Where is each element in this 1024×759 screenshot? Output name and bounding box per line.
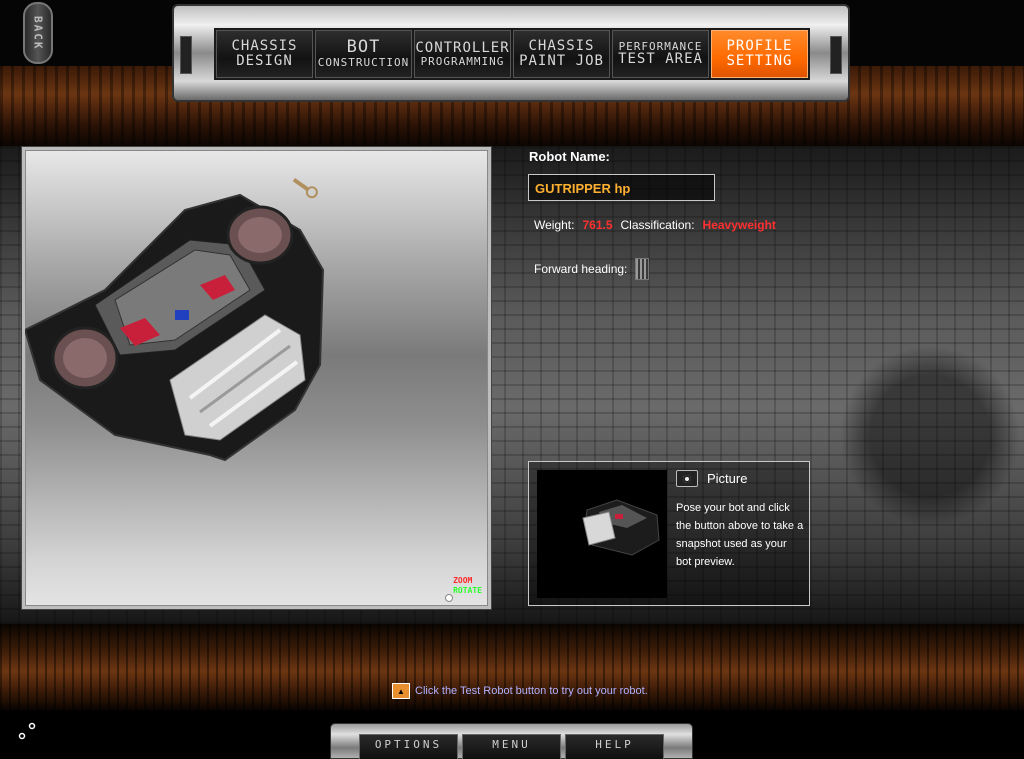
options-button[interactable]: OPTIONS [359, 734, 458, 759]
camera-icon[interactable] [676, 470, 698, 487]
forward-heading-row: Forward heading: [534, 258, 650, 280]
hint-text: Click the Test Robot button to try out y… [415, 685, 648, 697]
tab-chassis-paint-job[interactable]: CHASSIS PAINT JOB [513, 30, 610, 78]
stats-row: Weight: 761.5 Classification: Heavyweigh… [534, 218, 776, 232]
tab-profile-setting[interactable]: PROFILE SETTING [711, 30, 808, 78]
tab-label-line1: BOT [346, 37, 381, 58]
classification-label: Classification: [620, 218, 695, 232]
tab-label-line1: PROFILE [726, 38, 793, 55]
weight-label: Weight: [534, 218, 575, 232]
forward-heading-control[interactable] [635, 258, 650, 280]
weight-value: 761.5 [582, 218, 613, 232]
picture-title: Picture [707, 471, 748, 486]
viewport-handle[interactable] [445, 594, 453, 602]
hint-bar: ▲ Click the Test Robot button to try out… [392, 683, 648, 699]
top-navigation: CHASSIS DESIGN BOT CONSTRUCTION CONTROLL… [214, 28, 810, 80]
tab-label-line2: PROGRAMMING [420, 54, 505, 68]
menu-button[interactable]: MENU [462, 734, 561, 759]
robot-preview-thumbnail [537, 470, 667, 598]
tab-label-line2: SETTING [726, 53, 793, 69]
zoom-label: ZOOM [453, 576, 473, 585]
tab-label-line2: CONSTRUCTION [317, 56, 410, 70]
top-navigation-frame: CHASSIS DESIGN BOT CONSTRUCTION CONTROLL… [172, 4, 850, 102]
forward-heading-label: Forward heading: [534, 262, 628, 276]
robot-name-input[interactable]: GUTRIPPER hp [528, 174, 715, 201]
robot-model [25, 178, 325, 462]
help-button[interactable]: HELP [565, 734, 664, 759]
tab-controller-programming[interactable]: CONTROLLER PROGRAMMING [414, 30, 511, 78]
picture-panel: Picture Pose your bot and click the butt… [528, 461, 810, 606]
thumbnail-robot-image [582, 499, 660, 556]
rotate-label: ROTATE [453, 586, 482, 595]
classification-value: Heavyweight [702, 218, 776, 232]
tab-label-line2: PAINT JOB [519, 53, 604, 69]
robot-3d-viewport[interactable]: ZOOM ROTATE [22, 147, 491, 609]
zoom-rotate-legend: ZOOM ROTATE [453, 576, 482, 596]
tab-bot-construction[interactable]: BOT CONSTRUCTION [315, 30, 412, 78]
back-button[interactable]: BACK [23, 2, 53, 64]
tab-label-line1: CHASSIS [528, 38, 595, 55]
tab-label-line1: CONTROLLER [415, 39, 510, 56]
loading-spinner-icon [18, 722, 36, 740]
picture-description: Pose your bot and click the button above… [676, 502, 804, 568]
robot-name-label: Robot Name: [529, 149, 610, 164]
tab-chassis-design[interactable]: CHASSIS DESIGN [216, 30, 313, 78]
bottom-menu: OPTIONS MENU HELP [330, 723, 693, 759]
tab-label-line2: TEST AREA [618, 51, 703, 68]
back-button-label: BACK [31, 15, 45, 51]
hint-icon: ▲ [392, 683, 410, 699]
tab-label-line1: CHASSIS [231, 38, 298, 55]
tab-label-line2: DESIGN [236, 53, 293, 69]
tab-performance-test-area[interactable]: PERFORMANCE TEST AREA [612, 30, 709, 78]
